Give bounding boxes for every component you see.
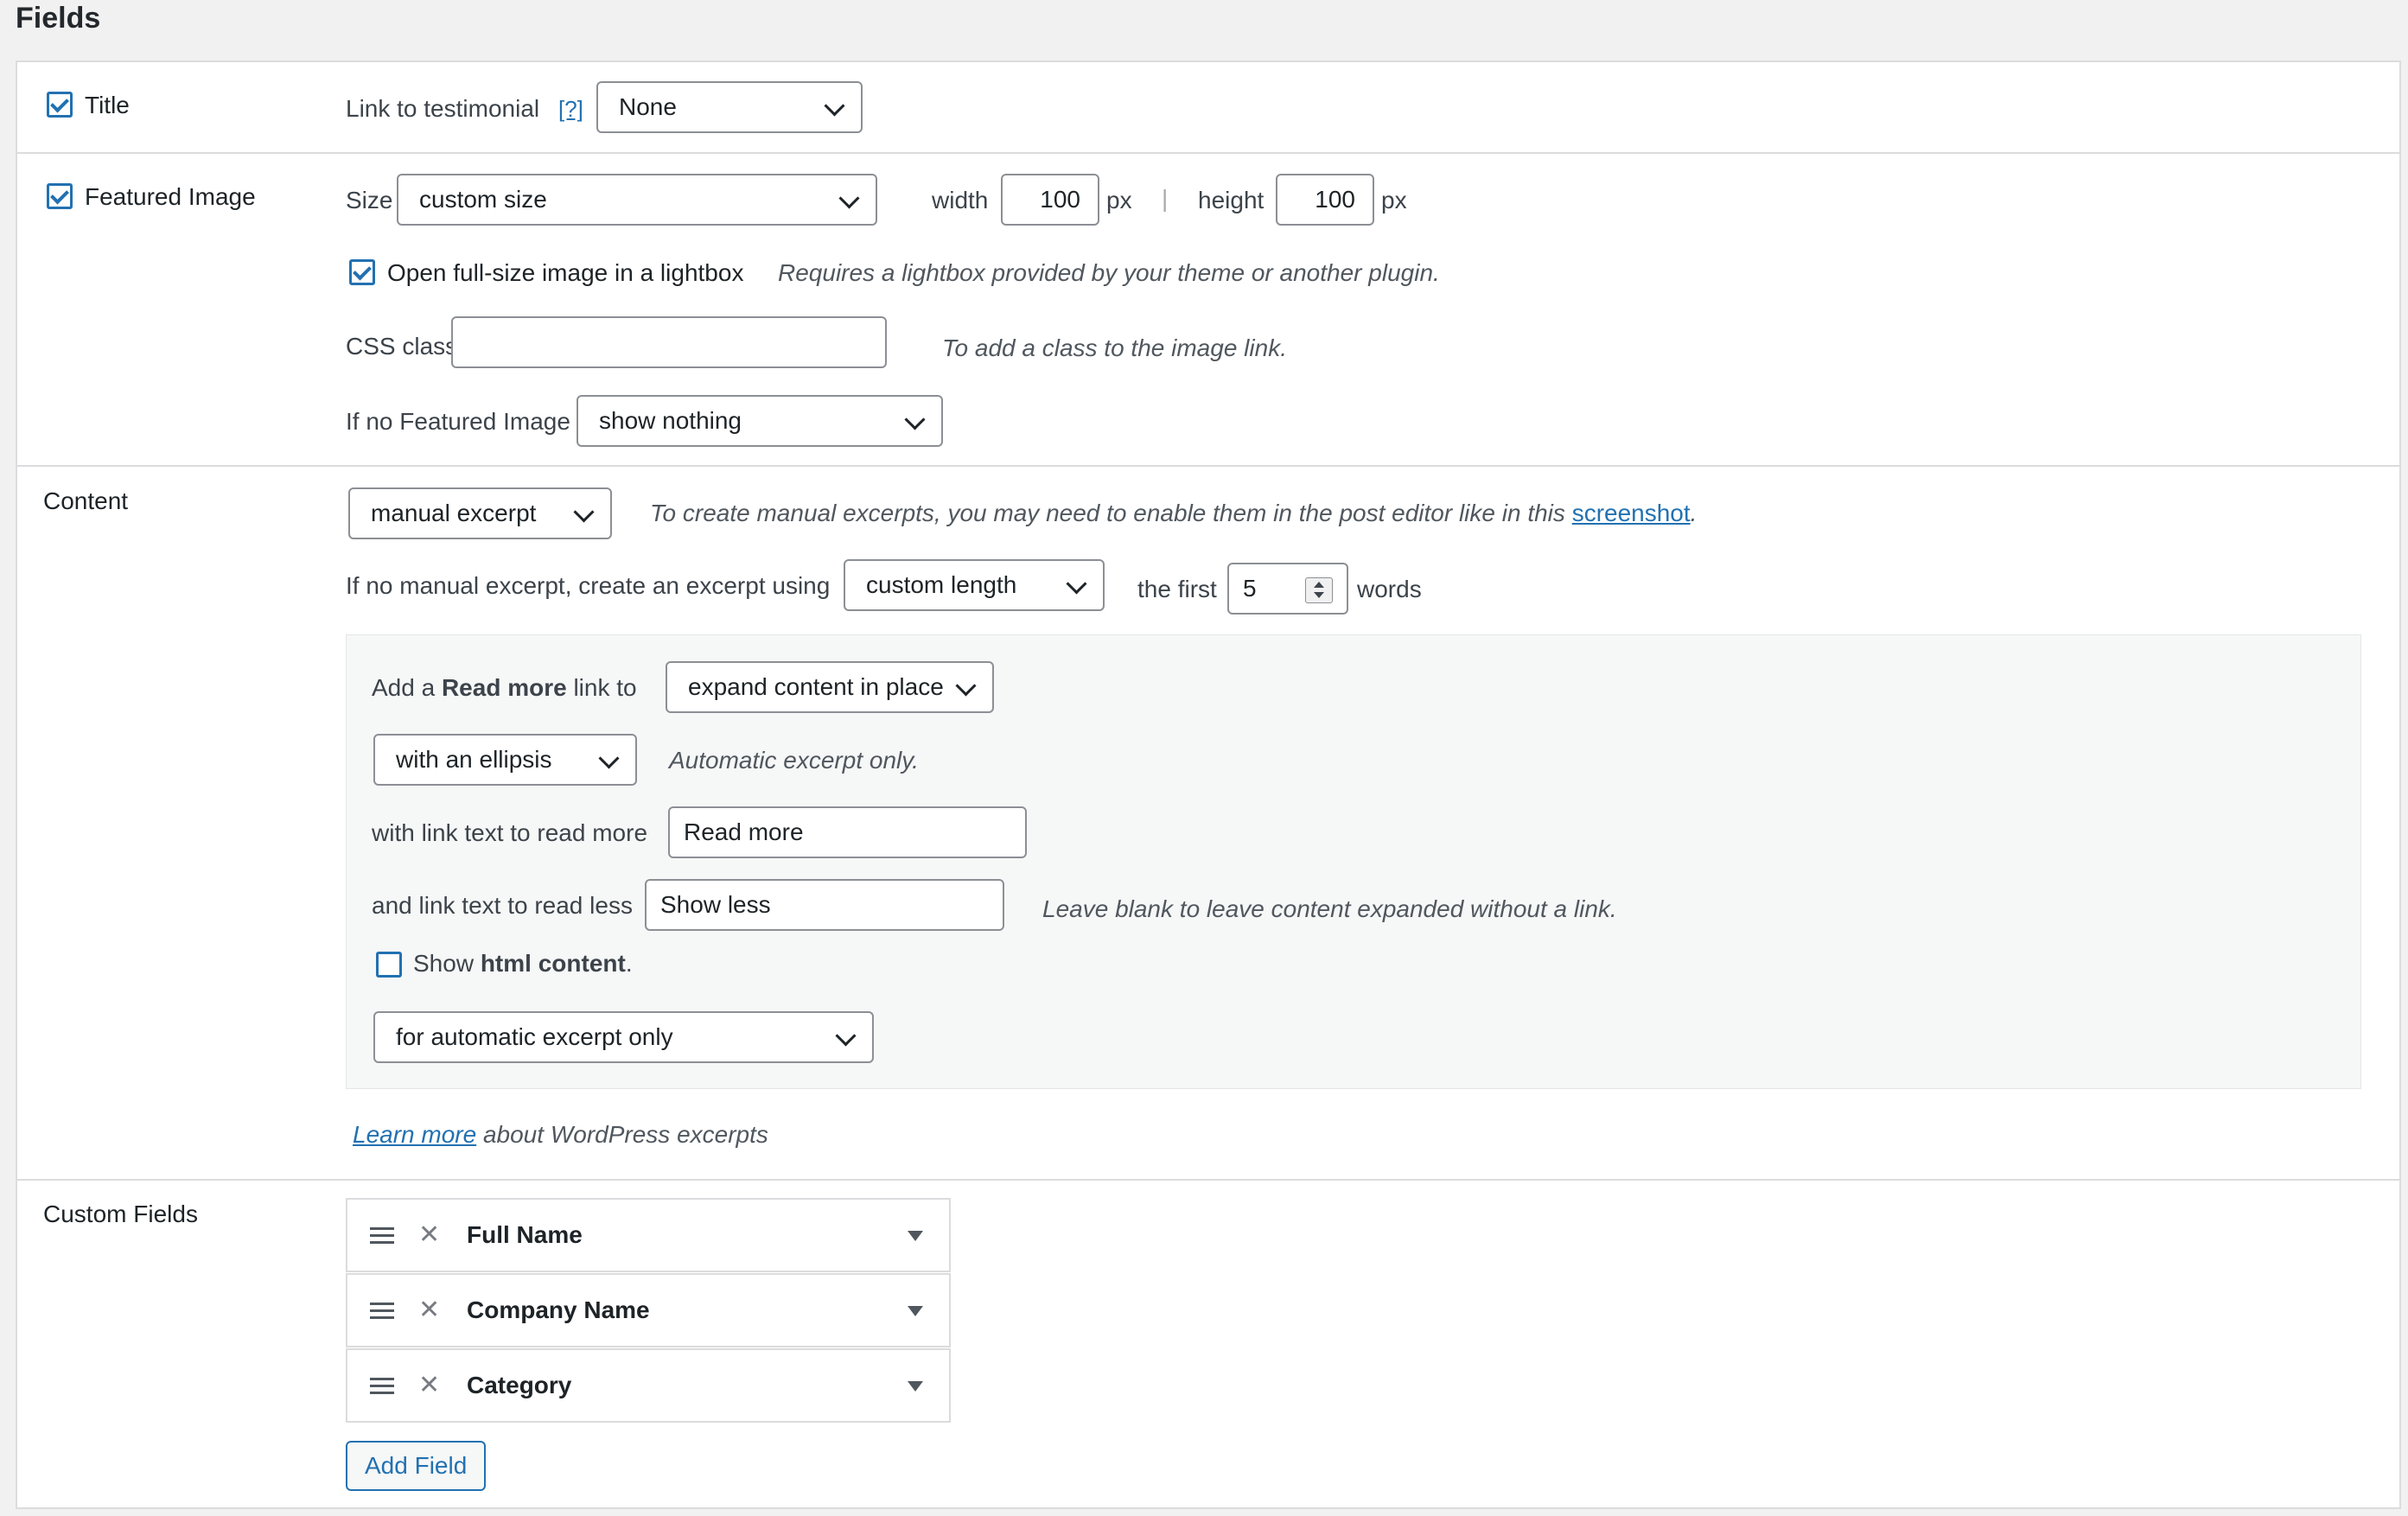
chevron-down-icon [838,188,860,209]
height-label: height [1198,187,1265,213]
manual-excerpt-note: To create manual excerpts, you may need … [650,499,1697,528]
size-label: Size [346,187,393,213]
excerpt-length-select[interactable]: custom length [844,559,1105,611]
custom-field-name: Category [467,1372,572,1398]
ellipsis-select[interactable]: with an ellipsis [373,734,637,786]
triangle-down-icon[interactable] [908,1231,923,1241]
text: Add a [372,674,442,701]
image-size-select[interactable]: custom size [397,174,877,226]
px-unit: px [1381,187,1407,213]
custom-field-name: Full Name [467,1221,583,1248]
close-icon[interactable]: ✕ [418,1297,440,1323]
custom-field-row[interactable]: ✕ Company Name [346,1273,951,1347]
the-first-label: the first [1137,576,1217,602]
learn-more-suffix: about WordPress excerpts [476,1121,768,1148]
row-divider [16,465,2401,467]
featured-image-checkbox[interactable] [47,183,73,209]
css-class-input[interactable] [451,316,887,368]
text: link to [566,674,637,701]
spinner-arrows-icon[interactable] [1305,577,1333,603]
height-input[interactable]: 100 [1276,174,1374,226]
html-content-scope-select[interactable]: for automatic excerpt only [373,1011,874,1063]
learn-more-link[interactable]: Learn more [353,1121,476,1148]
text: . [625,950,633,977]
dimension-divider: | [1162,185,1169,212]
select-value: None [619,93,677,120]
custom-field-row[interactable]: ✕ Category [346,1348,951,1423]
note-text: To create manual excerpts, you may need … [650,500,1572,526]
content-label: Content [43,487,129,514]
read-less-text-input[interactable]: Show less [645,879,1004,931]
select-value: expand content in place [688,673,944,700]
read-more-label: Add a Read more link to [372,673,637,703]
no-featured-image-label: If no Featured Image [346,408,570,435]
page-title: Fields [16,2,101,35]
read-more-text-label: with link text to read more [372,819,648,846]
words-label: words [1357,576,1422,602]
no-manual-excerpt-label: If no manual excerpt, create an excerpt … [346,572,831,599]
text-bold: html content [480,950,626,977]
chevron-down-icon [955,675,977,697]
read-more-target-select[interactable]: expand content in place [666,661,994,713]
triangle-down-icon[interactable] [908,1306,923,1316]
select-value: custom length [866,571,1017,598]
title-checkbox-label: Title [85,92,130,118]
html-content-label: Show html content. [413,949,633,978]
drag-handle-icon[interactable] [370,1303,394,1320]
custom-field-row[interactable]: ✕ Full Name [346,1198,951,1272]
row-divider [16,1179,2401,1181]
help-link[interactable]: [?] [558,94,583,124]
read-less-note: Leave blank to leave content expanded wi… [1042,895,1617,922]
close-icon[interactable]: ✕ [418,1222,440,1248]
lightbox-note: Requires a lightbox provided by your the… [778,259,1440,286]
custom-field-name: Company Name [467,1296,650,1323]
automatic-excerpt-note: Automatic excerpt only. [669,747,919,774]
chevron-down-icon [835,1025,857,1047]
note-suffix: . [1690,500,1698,526]
no-featured-image-select[interactable]: show nothing [577,395,943,447]
text: Show [413,950,481,977]
link-to-testimonial-select[interactable]: None [596,81,863,133]
width-input[interactable]: 100 [1001,174,1099,226]
drag-handle-icon[interactable] [370,1227,394,1245]
px-unit: px [1106,187,1132,213]
chevron-down-icon [573,501,595,523]
lightbox-label: Open full-size image in a lightbox [387,259,744,286]
content-type-select[interactable]: manual excerpt [348,487,612,539]
select-value: with an ellipsis [396,746,552,773]
triangle-down-icon[interactable] [908,1381,923,1392]
css-class-note: To add a class to the image link. [942,334,1287,361]
chevron-down-icon [904,409,926,430]
link-to-testimonial-label: Link to testimonial [346,95,540,122]
chevron-down-icon [824,95,845,117]
chevron-down-icon [598,748,620,769]
drag-handle-icon[interactable] [370,1378,394,1395]
custom-fields-label: Custom Fields [43,1201,198,1227]
width-label: width [932,187,989,213]
row-divider [16,152,2401,154]
add-field-button[interactable]: Add Field [346,1441,487,1491]
read-more-text-input[interactable]: Read more [668,806,1027,858]
select-value: custom size [419,186,547,213]
screenshot-link[interactable]: screenshot [1572,500,1691,526]
featured-image-label: Featured Image [85,183,256,210]
select-value: manual excerpt [371,500,537,526]
css-class-label: CSS class [346,333,458,360]
close-icon[interactable]: ✕ [418,1373,440,1398]
learn-more-line: Learn more about WordPress excerpts [353,1120,768,1150]
html-content-checkbox[interactable] [376,952,402,978]
select-value: for automatic excerpt only [396,1023,673,1050]
select-value: show nothing [599,407,742,434]
lightbox-checkbox[interactable] [349,259,375,285]
chevron-down-icon [1066,573,1087,595]
title-checkbox[interactable] [47,92,73,118]
read-less-label: and link text to read less [372,892,633,919]
text-bold: Read more [441,674,567,701]
